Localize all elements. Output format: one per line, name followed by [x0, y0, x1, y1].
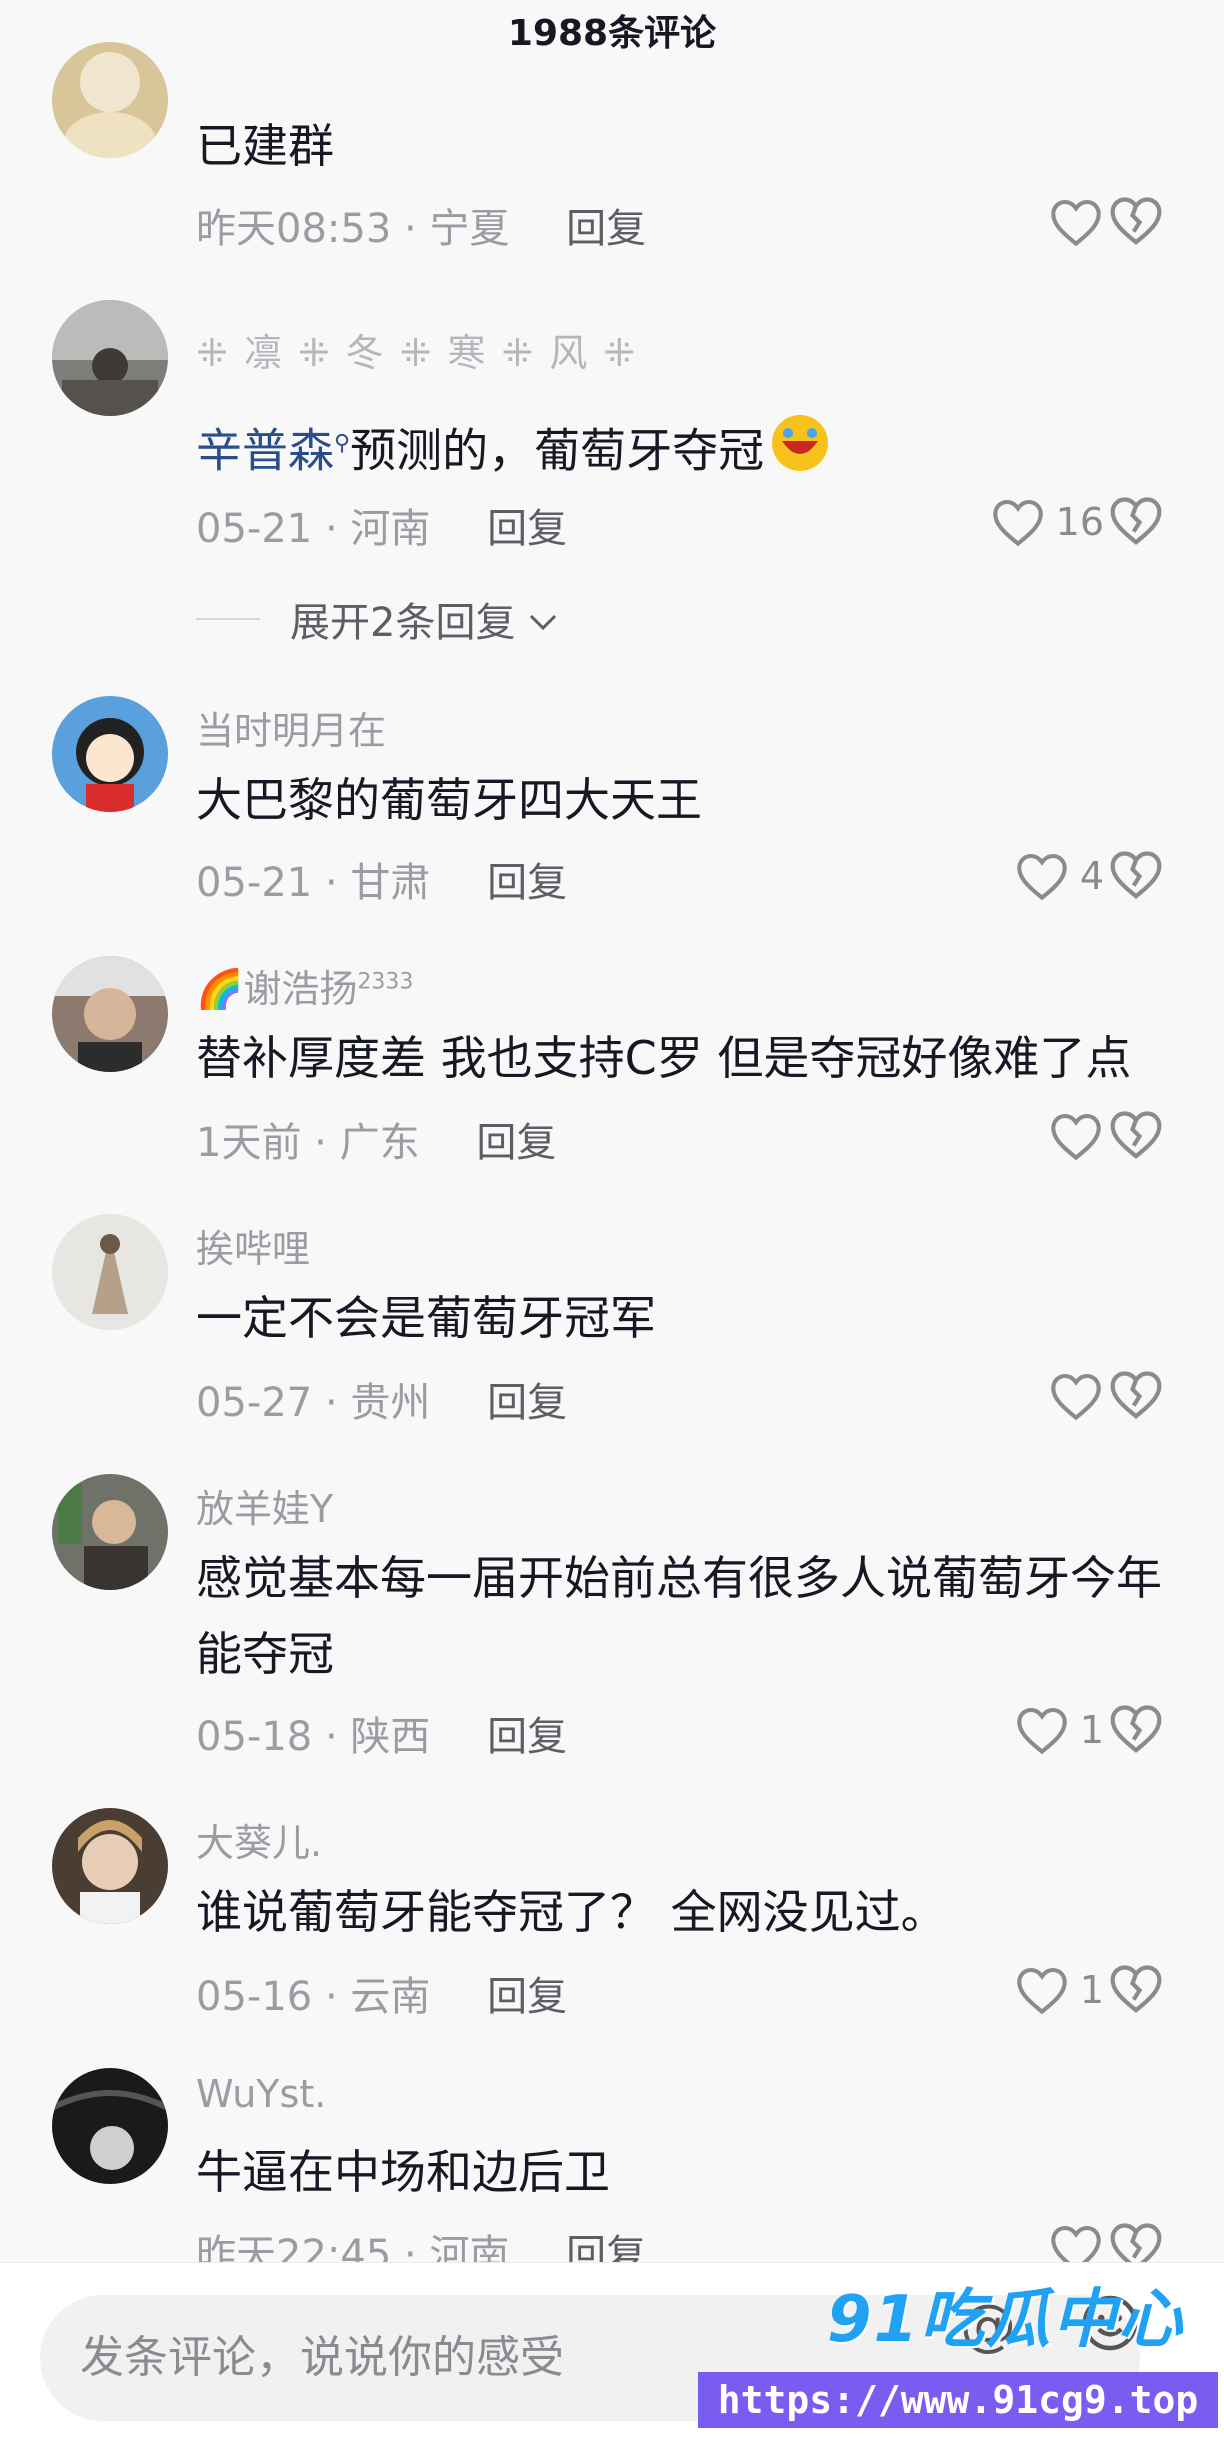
comment-region: 甘肃: [350, 860, 431, 906]
comment-date: 05-16: [196, 1974, 313, 2020]
reply-button[interactable]: 回复: [487, 1714, 567, 1760]
comment-text: 辛普森⚲预测的，葡萄牙夺冠: [196, 406, 1176, 497]
like-button[interactable]: 16: [990, 492, 1104, 552]
dislike-icon[interactable]: [1108, 1366, 1164, 1422]
like-button[interactable]: [1048, 1106, 1104, 1166]
comment-username[interactable]: 大葵儿.: [196, 1812, 322, 1867]
comment-input-placeholder: 发条评论，说说你的感受: [80, 2332, 564, 2383]
comment-meta: 05-18 · 陕西 回复: [196, 1714, 568, 1760]
comment-region: 宁夏: [429, 206, 510, 252]
comment-text: 感觉基本每一届开始前总有很多人说葡萄牙今年能夺冠: [196, 1551, 1162, 1681]
comment-text: 替补厚度差 我也支持C罗 但是夺冠好像难了点: [196, 1031, 1132, 1085]
avatar[interactable]: [52, 1474, 168, 1590]
comment-text: 已建群: [196, 119, 334, 173]
like-button[interactable]: 4: [1014, 846, 1104, 906]
comment-username[interactable]: 放羊娃Y: [196, 1478, 333, 1533]
like-button[interactable]: [1048, 192, 1104, 252]
comment-meta: 昨天08:53 · 宁夏 回复: [196, 206, 647, 252]
heart-icon: [1017, 853, 1067, 901]
heart-icon: [1051, 1113, 1101, 1161]
comment-meta: 05-21 · 甘肃 回复: [196, 860, 568, 906]
heart-icon: [1017, 1707, 1067, 1755]
comment-text: 一定不会是葡萄牙冠军: [196, 1291, 656, 1345]
rainbow-icon: 🌈: [196, 967, 244, 1011]
comment-meta: 05-21 · 河南 回复: [196, 506, 568, 552]
like-button[interactable]: 1: [1014, 1700, 1104, 1760]
comment-date: 05-27: [196, 1380, 313, 1426]
comment-region: 陕西: [350, 1714, 431, 1760]
comment-username[interactable]: 挨哔哩: [196, 1218, 310, 1273]
reply-button[interactable]: 回复: [476, 1120, 556, 1166]
like-count: 1: [1079, 1968, 1104, 2012]
dislike-icon[interactable]: [1108, 846, 1164, 902]
like-count: 4: [1079, 854, 1104, 898]
comment-date: 1天前: [196, 1120, 302, 1166]
comment-date: 05-18: [196, 1714, 313, 1760]
like-button[interactable]: 1: [1014, 1960, 1104, 2020]
search-icon: ⚲: [334, 431, 351, 456]
dislike-icon[interactable]: [1108, 1106, 1164, 1162]
comment-meta: 05-27 · 贵州 回复: [196, 1380, 568, 1426]
comment-date: 05-21: [196, 506, 313, 552]
dislike-icon[interactable]: [1108, 1960, 1164, 2016]
username-superscript: 2333: [357, 969, 414, 995]
dislike-icon[interactable]: [1108, 492, 1164, 548]
comment-username-text: 谢浩扬: [243, 967, 358, 1011]
comment-text-body: 预测的，葡萄牙夺冠: [350, 423, 765, 478]
comment-region: 云南: [350, 1974, 431, 2020]
like-count: 16: [1055, 500, 1104, 544]
avatar[interactable]: [52, 1808, 168, 1924]
comment-region: 河南: [350, 506, 431, 552]
avatar[interactable]: [52, 956, 168, 1072]
watermark-logo-text: 91吃瓜中心: [826, 2283, 1184, 2357]
reply-button[interactable]: 回复: [487, 1380, 567, 1426]
comment-text: 大巴黎的葡萄牙四大天王: [196, 773, 702, 827]
laughing-emoji-icon: [768, 411, 832, 497]
comment-username[interactable]: WuYst.: [196, 2072, 326, 2116]
heart-icon: [1017, 1967, 1067, 2015]
comment-region: 贵州: [350, 1380, 431, 1426]
heart-icon: [1051, 199, 1101, 247]
expand-replies-button[interactable]: 展开2条回复: [196, 590, 559, 648]
reply-button[interactable]: 回复: [487, 506, 567, 552]
heart-icon: [1051, 1373, 1101, 1421]
expand-replies-label: 展开2条回复: [290, 600, 516, 646]
avatar[interactable]: [52, 2068, 168, 2184]
reply-button[interactable]: 回复: [487, 860, 567, 906]
comments-header-title: 1988条评论: [507, 13, 717, 54]
mention-link[interactable]: 辛普森: [196, 423, 334, 477]
like-button[interactable]: [1048, 1366, 1104, 1426]
dislike-icon[interactable]: [1108, 192, 1164, 248]
comment-username[interactable]: 当时明月在: [196, 700, 386, 755]
comment-username[interactable]: ⁜凛⁜冬⁜寒⁜风⁜: [196, 322, 651, 377]
comment-meta: 1天前 · 广东 回复: [196, 1120, 557, 1166]
avatar[interactable]: [52, 42, 168, 158]
avatar[interactable]: [52, 1214, 168, 1330]
comment-date: 05-21: [196, 860, 313, 906]
reply-button[interactable]: 回复: [566, 206, 646, 252]
dislike-icon[interactable]: [1108, 1700, 1164, 1756]
reply-button[interactable]: 回复: [487, 1974, 567, 2020]
divider: [196, 618, 260, 620]
chevron-down-icon: [527, 596, 559, 642]
like-count: 1: [1079, 1708, 1104, 1752]
comment-date: 昨天08:53: [196, 206, 392, 252]
heart-icon: [992, 499, 1043, 547]
avatar[interactable]: [52, 300, 168, 416]
comment-region: 广东: [339, 1120, 420, 1166]
comment-text: 谁说葡萄牙能夺冠了？ 全网没见过。: [196, 1885, 947, 1939]
comment-meta: 05-16 · 云南 回复: [196, 1974, 568, 2020]
avatar[interactable]: [52, 696, 168, 812]
watermark-url: https://www.91cg9.top: [698, 2372, 1218, 2428]
comment-text: 牛逼在中场和边后卫: [196, 2145, 610, 2199]
comment-username[interactable]: 🌈谢浩扬2333: [196, 958, 413, 1013]
